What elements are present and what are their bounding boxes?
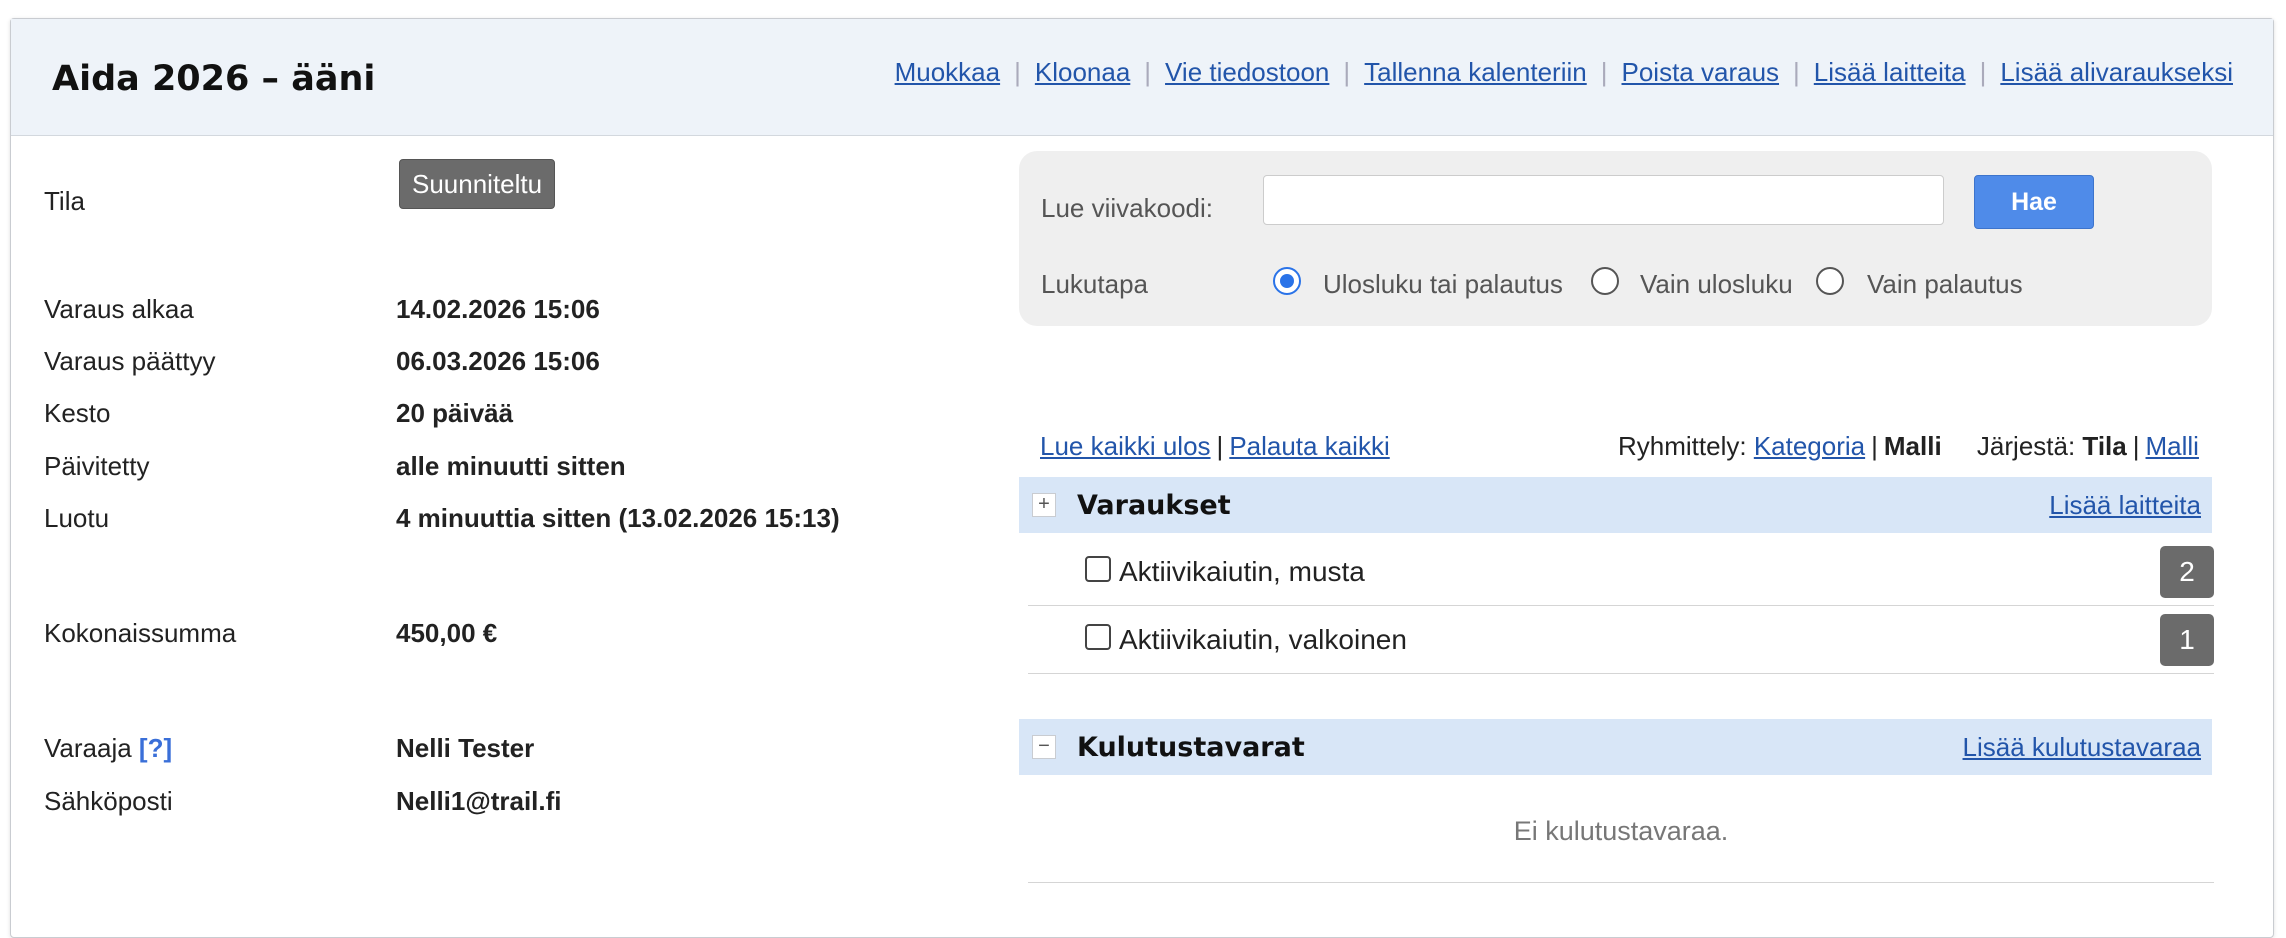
divider xyxy=(1028,882,2214,883)
separator: | xyxy=(2132,431,2140,461)
add-as-subreservation-link[interactable]: Lisää alivaraukseksi xyxy=(2000,57,2233,88)
quantity-badge: 2 xyxy=(2160,546,2214,598)
total-value: 450,00 € xyxy=(396,618,498,648)
end-label: Varaus päättyy xyxy=(44,346,216,376)
grouping-label: Ryhmittely: xyxy=(1618,431,1747,461)
quantity-badge: 1 xyxy=(2160,614,2214,666)
grouping-model-active: Malli xyxy=(1883,431,1942,461)
barcode-input[interactable] xyxy=(1263,175,1944,225)
grouping-sorting: Ryhmittely: Kategoria | Malli Järjestä: Ti… xyxy=(1618,431,2199,462)
expand-toggle-icon[interactable]: + xyxy=(1032,493,1056,517)
item-checkbox[interactable] xyxy=(1085,624,1111,650)
sort-label: Järjestä: xyxy=(1976,431,2076,461)
item-name: Aktiivikaiutin, valkoinen xyxy=(1119,624,1407,655)
radio-label-checkout-or-return: Ulosluku tai palautus xyxy=(1323,269,1563,299)
total-label: Kokonaissumma xyxy=(44,618,237,648)
booker-label-row: Varaaja [?] xyxy=(44,733,172,764)
email-label: Sähköposti xyxy=(44,786,173,816)
radio-checkout-only[interactable] xyxy=(1591,267,1619,295)
separator: | xyxy=(1600,56,1608,87)
end-value: 06.03.2026 15:06 xyxy=(396,346,600,376)
booker-help-link[interactable]: [?] xyxy=(139,733,172,763)
radio-checkout-or-return[interactable] xyxy=(1273,267,1301,295)
separator: | xyxy=(1979,56,1987,87)
save-to-calendar-link[interactable]: Tallenna kalenteriin xyxy=(1364,57,1587,88)
start-label: Varaus alkaa xyxy=(44,294,194,324)
add-consumable-link[interactable]: Lisää kulutustavaraa xyxy=(1963,732,2201,763)
list-item: Aktiivikaiutin, valkoinen 1 xyxy=(1028,606,2214,674)
barcode-scanner-box: Lue viivakoodi: Hae Lukutapa Ulosluku ta… xyxy=(1019,151,2212,326)
checkout-all-link[interactable]: Lue kaikki ulos xyxy=(1040,431,1211,461)
clone-link[interactable]: Kloonaa xyxy=(1035,57,1130,88)
consumables-title: Kulutustavarat xyxy=(1077,731,1305,763)
item-name: Aktiivikaiutin, musta xyxy=(1119,556,1365,587)
radio-label-return-only: Vain palautus xyxy=(1867,269,2023,299)
bulk-actions: Lue kaikki ulos | Palauta kaikki xyxy=(1040,431,1390,462)
created-label: Luotu xyxy=(44,503,110,533)
add-equipment-link[interactable]: Lisää laitteita xyxy=(1814,57,1966,88)
email-value: Nelli1@trail.fi xyxy=(396,786,562,816)
separator: | xyxy=(1343,56,1351,87)
booker-label: Varaaja xyxy=(44,733,132,763)
created-value: 4 minuuttia sitten (13.02.2026 15:13) xyxy=(396,503,840,533)
add-equipment-group-link[interactable]: Lisää laitteita xyxy=(2049,490,2201,521)
barcode-label: Lue viivakoodi: xyxy=(1041,193,1213,223)
updated-label: Päivitetty xyxy=(44,451,150,481)
status-label: Tila xyxy=(44,186,85,216)
sort-status-active: Tila xyxy=(2082,431,2127,461)
panel-header: Aida 2026 – ääni Muokkaa | Kloonaa | Vie… xyxy=(11,19,2273,136)
page-title: Aida 2026 – ääni xyxy=(52,59,376,99)
list-item: Aktiivikaiutin, musta 2 xyxy=(1028,538,2214,606)
duration-label: Kesto xyxy=(44,398,111,428)
reservations-group-header: + Varaukset Lisää laitteita xyxy=(1019,477,2212,533)
item-checkbox[interactable] xyxy=(1085,556,1111,582)
duration-value: 20 päivää xyxy=(396,398,514,428)
updated-value: alle minuutti sitten xyxy=(396,451,626,481)
grouping-category-link[interactable]: Kategoria xyxy=(1754,431,1865,461)
read-mode-label: Lukutapa xyxy=(1041,269,1148,299)
export-link[interactable]: Vie tiedostoon xyxy=(1165,57,1329,88)
radio-return-only[interactable] xyxy=(1816,267,1844,295)
collapse-toggle-icon[interactable]: − xyxy=(1032,735,1056,759)
consumables-group-header: − Kulutustavarat Lisää kulutustavaraa xyxy=(1019,719,2212,775)
separator: | xyxy=(1144,56,1152,87)
separator: | xyxy=(1216,431,1224,461)
sort-model-link[interactable]: Malli xyxy=(2146,431,2199,461)
status-badge: Suunniteltu xyxy=(399,159,556,209)
separator: | xyxy=(1871,431,1878,461)
radio-label-checkout-only: Vain ulosluku xyxy=(1640,269,1793,299)
header-actions: Muokkaa | Kloonaa | Vie tiedostoon | Tal… xyxy=(895,57,2233,88)
empty-consumables-text: Ei kulutustavaraa. xyxy=(1513,816,1729,846)
booker-value: Nelli Tester xyxy=(396,733,535,763)
edit-link[interactable]: Muokkaa xyxy=(895,57,1001,88)
reservations-title: Varaukset xyxy=(1077,489,1231,521)
search-button[interactable]: Hae xyxy=(1974,175,2094,229)
return-all-link[interactable]: Palauta kaikki xyxy=(1229,431,1389,461)
start-value: 14.02.2026 15:06 xyxy=(396,294,600,324)
separator: | xyxy=(1793,56,1800,87)
separator: | xyxy=(1014,56,1021,87)
delete-reservation-link[interactable]: Poista varaus xyxy=(1622,57,1780,88)
